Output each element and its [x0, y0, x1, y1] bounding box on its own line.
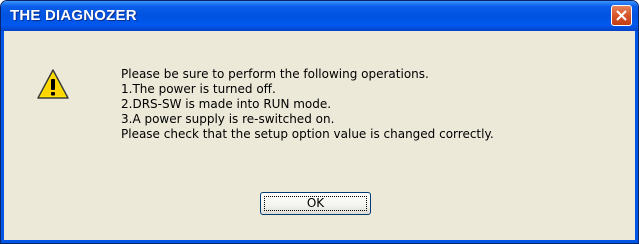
ok-button-label: OK — [306, 196, 325, 210]
ok-button[interactable]: OK — [260, 192, 371, 215]
message-line: 1.The power is turned off. — [121, 82, 276, 96]
close-button[interactable] — [611, 5, 632, 26]
dialog-title: THE DIAGNOZER — [10, 7, 137, 24]
message-line: 3.A power supply is re-switched on. — [121, 112, 335, 126]
message-line: Please check that the setup option value… — [121, 127, 494, 141]
warning-icon — [37, 69, 69, 99]
message-text: Please be sure to perform the following … — [121, 67, 494, 142]
message-line: Please be sure to perform the following … — [121, 67, 429, 81]
title-bar[interactable]: THE DIAGNOZER — [1, 1, 638, 31]
close-icon — [616, 10, 627, 21]
dialog-body: Please be sure to perform the following … — [1, 31, 638, 243]
dialog-window: THE DIAGNOZER Please be sure to perform … — [0, 0, 639, 244]
message-line: 2.DRS-SW is made into RUN mode. — [121, 97, 332, 111]
